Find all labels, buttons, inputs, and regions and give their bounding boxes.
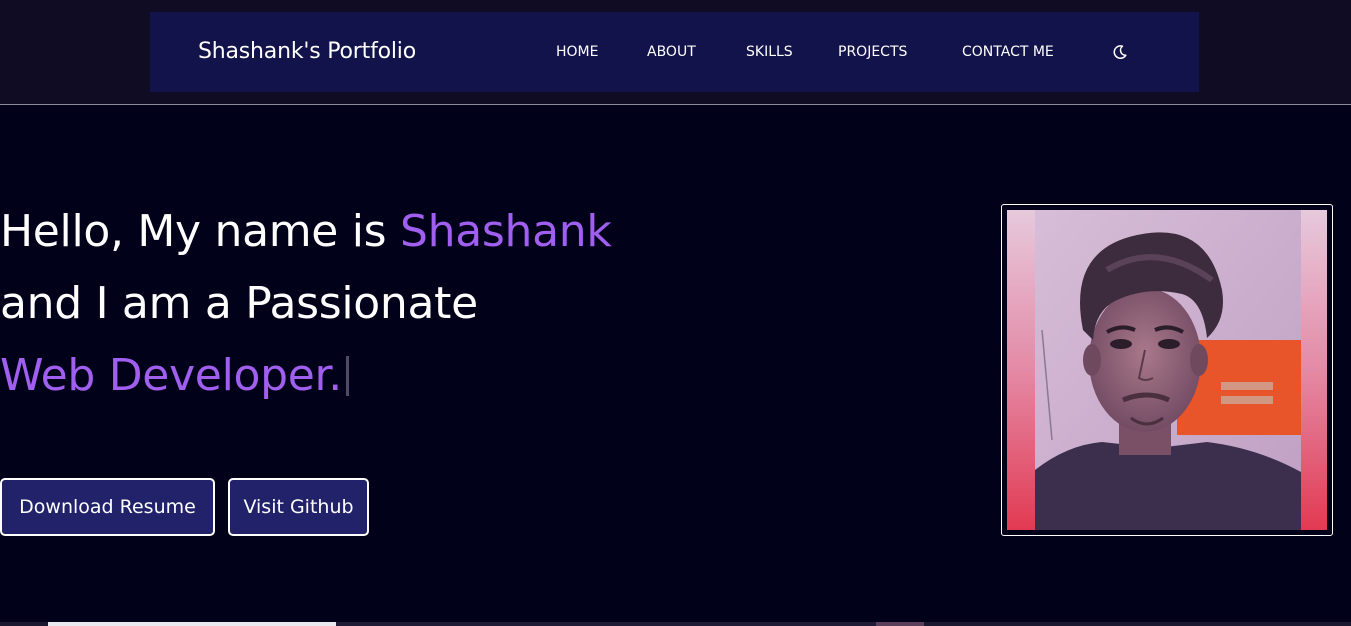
typing-cursor bbox=[345, 356, 349, 396]
download-resume-button[interactable]: Download Resume bbox=[0, 478, 215, 536]
nav-home-link[interactable]: HOME bbox=[556, 12, 598, 92]
strip-segment-mauve bbox=[876, 622, 924, 626]
moon-icon bbox=[1113, 45, 1127, 59]
hero-line-3: Web Developer. bbox=[0, 340, 349, 412]
strip-segment-light bbox=[48, 622, 336, 626]
hero-greeting: Hello, My name is bbox=[0, 206, 400, 257]
bottom-strip bbox=[0, 622, 1351, 626]
profile-photo bbox=[1007, 210, 1327, 530]
profile-photo-frame bbox=[1001, 204, 1333, 536]
theme-toggle-button[interactable] bbox=[1110, 42, 1130, 62]
nav-projects-link[interactable]: PROJECTS bbox=[838, 12, 907, 92]
nav-about-link[interactable]: ABOUT bbox=[647, 12, 696, 92]
hero-name: Shashank bbox=[400, 206, 612, 257]
hero-role: Web Developer. bbox=[0, 350, 342, 401]
visit-github-button[interactable]: Visit Github bbox=[228, 478, 369, 536]
strip-segment-dark bbox=[336, 622, 876, 626]
nav-contact-link[interactable]: CONTACT ME bbox=[962, 12, 1054, 92]
nav-skills-link[interactable]: SKILLS bbox=[746, 12, 793, 92]
hero-line-2: and I am a Passionate bbox=[0, 278, 478, 329]
navbar: Shashank's Portfolio HOME ABOUT SKILLS P… bbox=[150, 12, 1199, 92]
hero-line-1: Hello, My name is Shashank bbox=[0, 196, 612, 268]
nav-links: HOME ABOUT SKILLS PROJECTS CONTACT ME bbox=[150, 12, 1199, 92]
site-header: Shashank's Portfolio HOME ABOUT SKILLS P… bbox=[0, 0, 1351, 105]
